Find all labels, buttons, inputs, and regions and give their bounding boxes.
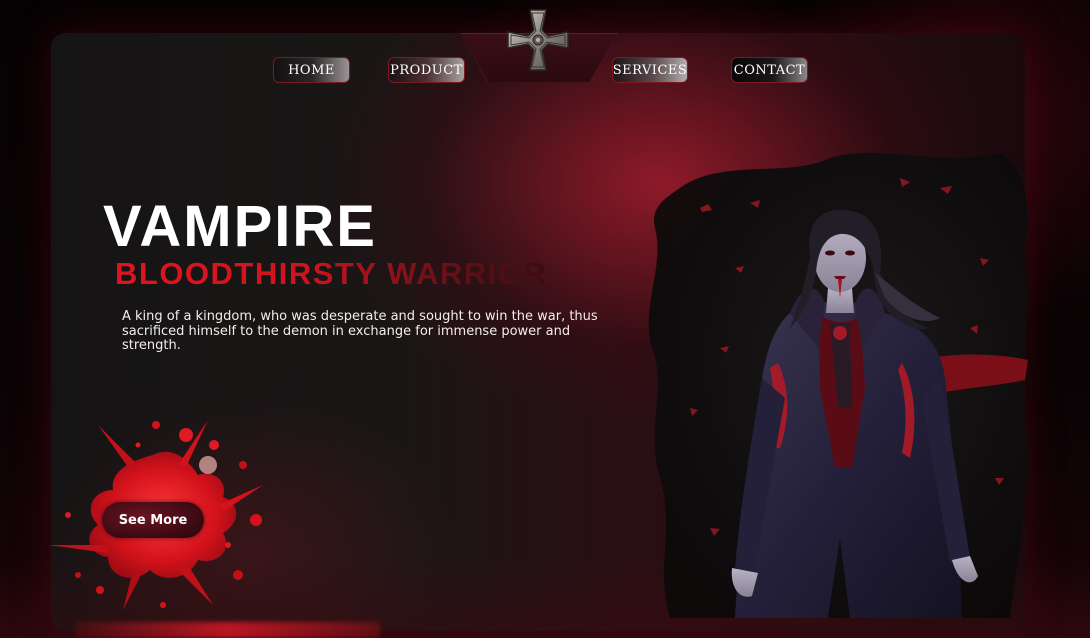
see-more-button[interactable]: See More xyxy=(102,502,204,538)
vampire-character-image xyxy=(648,153,1028,618)
nav-product-button[interactable]: PRODUCT xyxy=(388,57,465,83)
nav-services-button[interactable]: SERVICES xyxy=(612,57,688,83)
bottom-accent-bar xyxy=(75,622,380,638)
nav-home-button[interactable]: HOME xyxy=(273,57,350,83)
hero-subtitle: BLOODTHIRSTY WARRIOR xyxy=(115,256,548,291)
hero-description: A king of a kingdom, who was desperate a… xyxy=(122,309,598,353)
nav-contact-button[interactable]: CONTACT xyxy=(731,57,808,83)
hero-title: VAMPIRE xyxy=(103,194,377,259)
iron-cross-icon[interactable] xyxy=(506,8,570,72)
